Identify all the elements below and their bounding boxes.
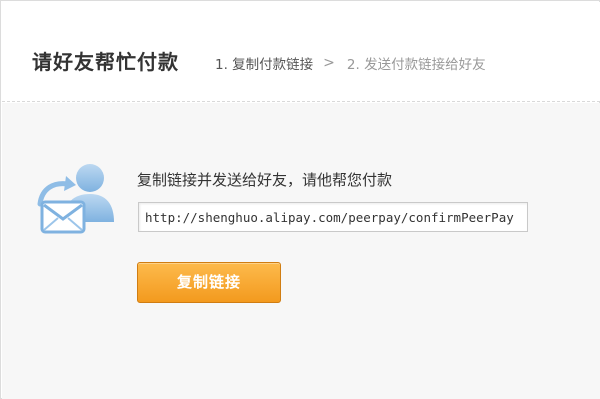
step-indicator: 1. 复制付款链接 > 2. 发送付款链接给好友 [215, 53, 486, 73]
instruction-text: 复制链接并发送给好友，请他帮您付款 [137, 171, 393, 189]
main-content: 复制链接并发送给好友，请他帮您付款 复制链接 [2, 103, 600, 399]
payment-link-field[interactable] [138, 202, 528, 232]
page-frame: 请好友帮忙付款 1. 复制付款链接 > 2. 发送付款链接给好友 复制链接并发送 [0, 0, 600, 399]
step-2-label: 2. 发送付款链接给好友 [346, 57, 486, 73]
page-header: 请好友帮忙付款 1. 复制付款链接 > 2. 发送付款链接给好友 [2, 2, 600, 102]
copy-link-button[interactable]: 复制链接 [137, 262, 281, 303]
step-separator: > [323, 55, 335, 71]
share-envelope-icon [37, 164, 114, 234]
step-1-label: 1. 复制付款链接 [215, 57, 314, 73]
page-title: 请好友帮忙付款 [32, 50, 179, 74]
